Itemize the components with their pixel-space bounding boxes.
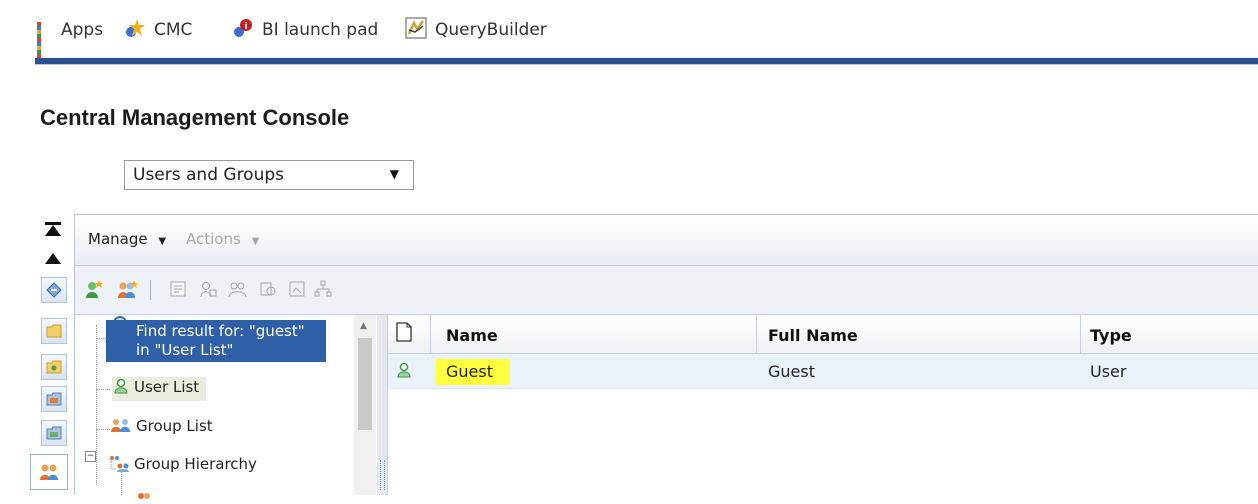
document-icon: [396, 322, 412, 346]
group-hierarchy-icon: [108, 455, 130, 477]
bookmark-querybuilder[interactable]: QueryBuilder: [405, 17, 547, 44]
bookmark-label: BI launch pad: [262, 20, 379, 40]
actions-menu[interactable]: Actions ▼: [186, 230, 259, 248]
member-of-icon[interactable]: [227, 278, 249, 300]
tree-item-group-hierarchy[interactable]: Group Hierarchy: [108, 455, 257, 477]
new-group-button[interactable]: [117, 278, 139, 300]
tree-find-result[interactable]: Find result for: "guest" in "User List": [106, 320, 326, 362]
cmc-icon: [124, 17, 146, 44]
strip-inbox-button[interactable]: [41, 420, 67, 446]
dropdown-caret-icon: ▼: [389, 167, 399, 181]
column-separator: [430, 315, 431, 353]
tree-item-label: Group Hierarchy: [134, 455, 257, 473]
bookmark-cmc[interactable]: CMC: [124, 18, 192, 42]
collapse-top-icon[interactable]: [45, 225, 61, 236]
bi-launchpad-icon: i: [232, 17, 254, 44]
toolbar: [75, 266, 1258, 315]
view-select-value: Users and Groups: [133, 165, 285, 185]
user-icon: [114, 378, 128, 398]
cell-name[interactable]: Guest: [446, 362, 493, 381]
strip-users-groups-button[interactable]: [30, 454, 68, 490]
tree-connector: [96, 389, 110, 390]
tree-connector: [96, 325, 97, 485]
tree-item-label: Group List: [136, 417, 213, 435]
actions-caret-icon: ▼: [251, 236, 260, 247]
splitter-grip-icon: [380, 460, 385, 490]
tree-item-user-list[interactable]: User List: [114, 378, 199, 398]
tree-item-label: User List: [134, 378, 200, 396]
tree-connector: [96, 429, 110, 430]
find-result-label: Find result for: "guest" in "User List": [136, 322, 305, 359]
column-header-name[interactable]: Name: [446, 326, 498, 345]
strip-personal-folders-button[interactable]: [41, 354, 67, 380]
account-icon[interactable]: [286, 278, 308, 300]
hierarchy-icon[interactable]: [312, 278, 334, 300]
table-row[interactable]: [388, 354, 1258, 389]
group-icon: [110, 417, 132, 437]
svg-text:i: i: [244, 22, 247, 32]
column-separator: [756, 315, 757, 353]
scroll-up-icon[interactable]: [45, 253, 61, 264]
scroll-up-arrow-icon[interactable]: ▲: [360, 321, 367, 331]
bookmark-label: QueryBuilder: [435, 20, 547, 40]
manage-menu-label: Manage: [88, 230, 148, 248]
manage-menu[interactable]: Manage ▼: [88, 230, 166, 248]
tree-collapse-toggle[interactable]: −: [85, 451, 96, 462]
bookmark-label: Apps: [61, 20, 104, 40]
bookmarks-bar: Apps CMC i BI launch pad QueryBuilder: [0, 0, 1258, 58]
bookmark-label: CMC: [154, 20, 193, 40]
manage-caret-icon: ▼: [158, 236, 167, 247]
column-header-type[interactable]: Type: [1090, 326, 1132, 345]
bookmark-apps[interactable]: Apps: [37, 18, 104, 58]
strip-folders-button[interactable]: [41, 318, 67, 344]
querybuilder-icon: [405, 17, 427, 44]
new-user-button[interactable]: [83, 278, 105, 300]
strip-home-button[interactable]: [41, 277, 67, 303]
header-accent-bar: [35, 58, 1258, 65]
bookmark-bi-launch-pad[interactable]: i BI launch pad: [232, 18, 378, 42]
tree-connector: [96, 338, 106, 339]
strip-categories-button[interactable]: [41, 386, 67, 412]
view-select[interactable]: Users and Groups ▼: [124, 160, 414, 190]
user-security-icon[interactable]: [197, 278, 219, 300]
cell-type: User: [1090, 362, 1127, 381]
actions-menu-label: Actions: [186, 230, 241, 248]
tree-scrollbar-thumb[interactable]: [358, 338, 372, 430]
apps-grid-icon: [37, 22, 53, 58]
toolbar-separator: [150, 280, 151, 300]
tree-item-group-list[interactable]: Group List: [110, 417, 213, 437]
properties-icon[interactable]: [167, 278, 189, 300]
page-title: Central Management Console: [40, 105, 350, 130]
column-separator: [1080, 315, 1081, 353]
add-to-group-icon[interactable]: [257, 278, 279, 300]
column-header-full-name[interactable]: Full Name: [768, 326, 858, 345]
cell-full-name: Guest: [768, 362, 815, 381]
user-icon: [397, 362, 411, 382]
